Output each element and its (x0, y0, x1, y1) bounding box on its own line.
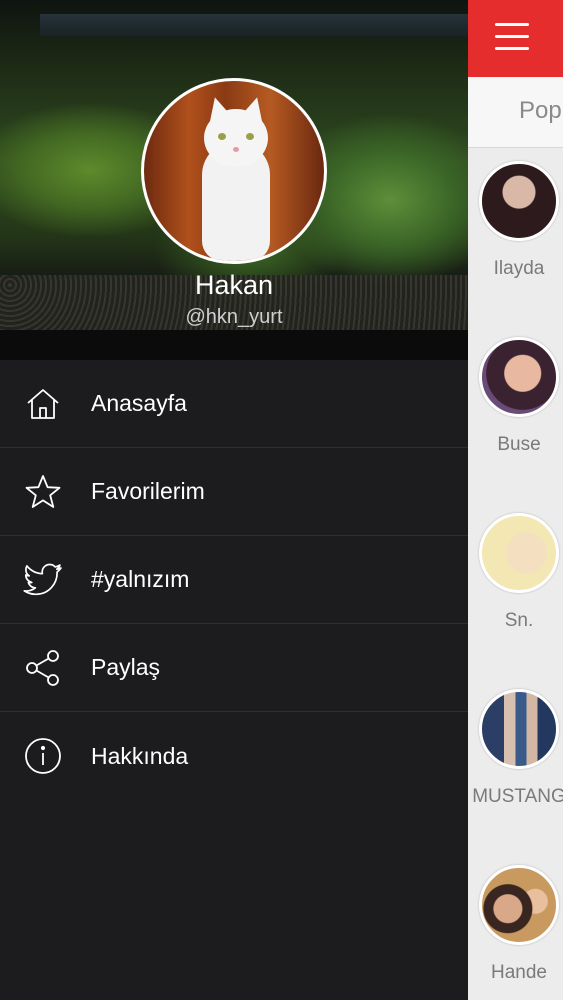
menu-item-label: #yalnızım (91, 566, 190, 592)
top-app-bar (468, 0, 563, 77)
list-item[interactable]: MUSTANG (468, 676, 563, 852)
cat-eye-right (246, 133, 254, 140)
tab-popular[interactable]: Pop (519, 97, 562, 125)
menu-item-paylas[interactable]: Paylaş (0, 624, 468, 712)
person-name: MUSTANG (472, 786, 563, 807)
header-bottom-shade (0, 330, 468, 360)
menu-item-yalnizim[interactable]: #yalnızım (0, 536, 468, 624)
menu-item-label: Hakkında (91, 742, 189, 769)
menu-item-favorilerim[interactable]: Favorilerim (0, 448, 468, 536)
profile-avatar[interactable] (141, 78, 327, 264)
menu-item-anasayfa[interactable]: Anasayfa (0, 360, 468, 448)
menu-item-hakkinda[interactable]: Hakkında (0, 712, 468, 800)
menu-item-label: Anasayfa (91, 390, 187, 416)
navigation-drawer: Hakan @hkn_yurt Anasayfa Favorilerim #ya… (0, 0, 468, 1000)
cat-nose (233, 147, 239, 152)
star-icon (23, 472, 63, 512)
profile-handle: @hkn_yurt (185, 306, 283, 328)
list-item[interactable]: Ilayda (468, 148, 563, 324)
list-item[interactable]: Hande (468, 852, 563, 1000)
person-name: Ilayda (493, 258, 545, 279)
person-name: Buse (497, 434, 541, 455)
person-avatar (479, 161, 559, 241)
person-avatar (479, 513, 559, 593)
aquarium-pipe-decoration (40, 14, 468, 36)
main-content-peek[interactable]: Pop Ilayda Buse Sn. MUSTANG Hande (468, 0, 563, 1000)
cat-head (204, 109, 268, 167)
tab-strip: Pop (468, 77, 563, 148)
drawer-menu: Anasayfa Favorilerim #yalnızım Paylaş Ha… (0, 360, 468, 800)
info-icon (23, 736, 63, 776)
home-icon (23, 384, 63, 424)
person-avatar (479, 865, 559, 945)
menu-item-label: Paylaş (91, 654, 161, 680)
hamburger-menu-icon[interactable] (495, 23, 529, 51)
person-name: Hande (491, 962, 547, 983)
person-name: Sn. (504, 610, 534, 631)
list-item[interactable]: Buse (468, 324, 563, 500)
share-icon (23, 648, 63, 688)
person-avatar (479, 689, 559, 769)
profile-name: Hakan (194, 270, 274, 300)
list-item[interactable]: Sn. (468, 500, 563, 676)
cat-eye-left (218, 133, 226, 140)
profile-header: Hakan @hkn_yurt (0, 0, 468, 360)
twitter-bird-icon (23, 560, 63, 600)
menu-item-label: Favorilerim (91, 478, 205, 504)
person-avatar (479, 337, 559, 417)
